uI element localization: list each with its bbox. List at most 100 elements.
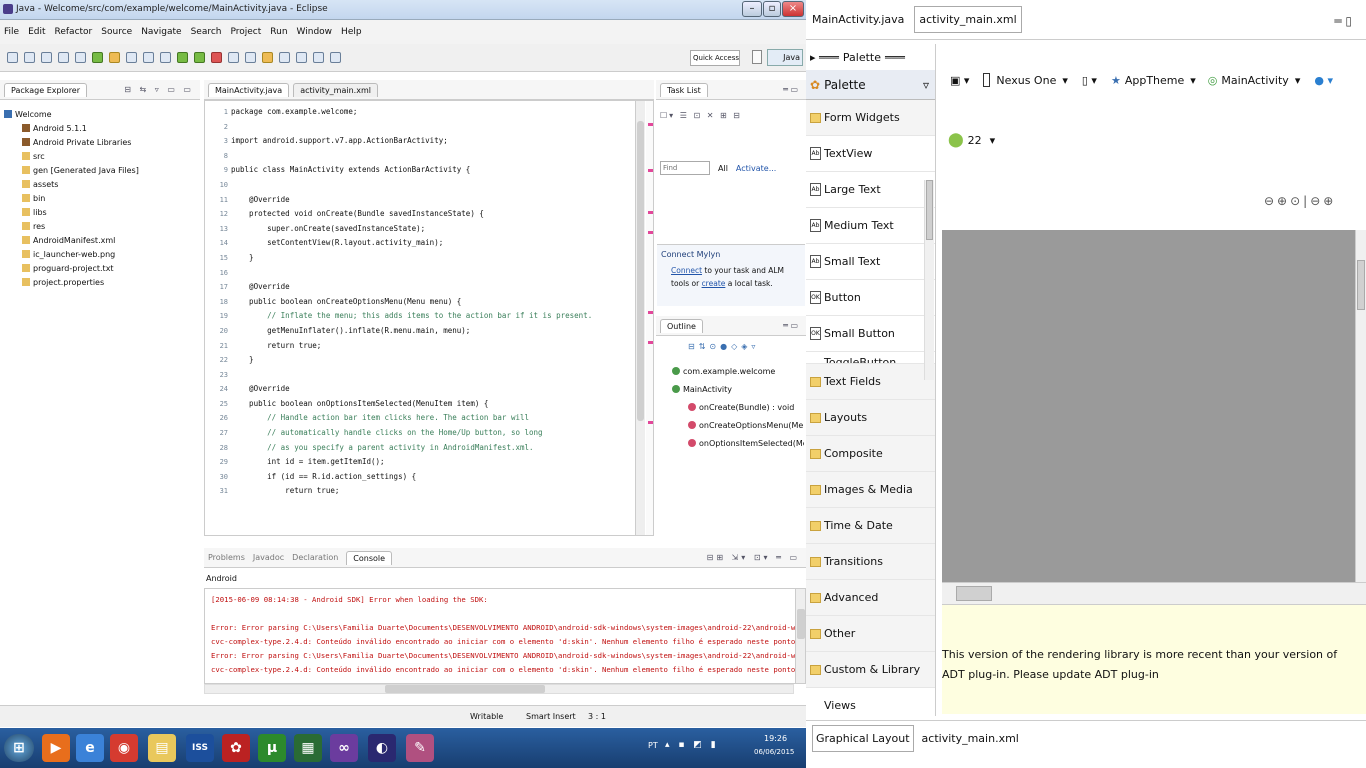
package-tree-item[interactable]: bin [4, 192, 200, 206]
code-editor[interactable]: 1 2 3 8 9 10 11 12 13 14 15 16 17 18 19 20 21 22 23 24 25 26 2… [204, 100, 654, 536]
code-line[interactable]: public boolean onOptionsItemSelected(Men… [231, 397, 636, 412]
package-tree-item[interactable]: gen [Generated Java Files] [4, 164, 200, 178]
theme-selector[interactable]: AppTheme [1125, 74, 1184, 87]
android-project-icon[interactable] [92, 52, 103, 63]
palette-scrollbar[interactable] [924, 180, 934, 380]
canvas-hscrollbar[interactable] [942, 582, 1366, 604]
code-line[interactable] [231, 178, 636, 193]
code-line[interactable]: @Override [231, 280, 636, 295]
chrome-icon[interactable]: ◉ [110, 734, 138, 762]
skip-breakpoints-icon[interactable] [160, 52, 171, 63]
code-line[interactable]: return true; [231, 484, 636, 499]
java-perspective-button[interactable]: Java [767, 49, 803, 66]
tab-xml-source[interactable]: activity_main.xml [922, 732, 1019, 745]
code-line[interactable]: // Handle action bar item clicks here. T… [231, 411, 636, 426]
package-tree-item[interactable]: assets [4, 178, 200, 192]
console-output[interactable]: [2015-06-09 08:14:38 - Android SDK] Erro… [204, 588, 806, 684]
huawei-icon[interactable]: ✿ [222, 734, 250, 762]
task-filter-all[interactable]: All [718, 164, 728, 173]
code-lines[interactable]: package com.example.welcome; import andro… [231, 105, 636, 499]
package-tree-item[interactable]: AndroidManifest.xml [4, 234, 200, 248]
code-line[interactable]: return true; [231, 339, 636, 354]
code-line[interactable] [231, 368, 636, 383]
tab-activity-main-xml[interactable]: activity_main.xml [293, 82, 378, 97]
outline-item[interactable]: onOptionsItemSelected(MenuItem) : boolea… [672, 435, 804, 453]
code-line[interactable]: // Inflate the menu; this adds items to … [231, 309, 636, 324]
palette-widget[interactable]: Ab Medium Text [806, 208, 935, 244]
api-level-selector[interactable]: 22 [968, 134, 982, 147]
palette-dropdown-icon[interactable]: ▿ [923, 78, 929, 92]
menu-source[interactable]: Source [101, 27, 132, 37]
internet-explorer-icon[interactable]: e [76, 734, 104, 762]
tab-activity-main-xml-right[interactable]: activity_main.xml [914, 6, 1022, 33]
code-line[interactable]: if (id == R.id.action_settings) { [231, 470, 636, 485]
palette-folder[interactable]: Advanced [806, 580, 935, 616]
palette-folder[interactable]: Time & Date [806, 508, 935, 544]
mylyn-create-link[interactable]: create [702, 279, 726, 288]
palette-widget[interactable]: Ab TextView [806, 136, 935, 172]
package-tree-item[interactable]: proguard-project.txt [4, 262, 200, 276]
canvas-vscrollbar[interactable] [1355, 230, 1366, 582]
code-line[interactable]: // automatically handle clicks on the Ho… [231, 426, 636, 441]
debug-icon[interactable] [177, 52, 188, 63]
clock-time[interactable]: 19:26 [764, 734, 787, 743]
package-tree-item[interactable]: Welcome [4, 108, 200, 122]
package-tree-item[interactable]: ic_launcher-web.png [4, 248, 200, 262]
menu-refactor[interactable]: Refactor [55, 27, 93, 37]
sdk-manager-icon[interactable] [58, 52, 69, 63]
back-icon[interactable] [313, 52, 324, 63]
menu-window[interactable]: Window [297, 27, 333, 37]
package-tree-item[interactable]: project.properties [4, 276, 200, 290]
close-button[interactable]: × [782, 1, 804, 17]
code-line[interactable]: setContentView(R.layout.activity_main); [231, 236, 636, 251]
code-line[interactable]: import android.support.v7.app.ActionBarA… [231, 134, 636, 149]
forward-icon[interactable] [330, 52, 341, 63]
lint-icon[interactable] [109, 52, 120, 63]
new-task-icon[interactable]: ☐▾ ☰ ⊡ ✕ ⊞ ⊟ [660, 111, 742, 120]
package-tree-item[interactable]: src [4, 150, 200, 164]
package-tree-item[interactable]: libs [4, 206, 200, 220]
tab-javadoc[interactable]: Javadoc [253, 553, 284, 562]
code-line[interactable]: @Override [231, 382, 636, 397]
zoom-controls[interactable]: ⊖⊕⊙|⊖⊕ [1264, 194, 1336, 208]
menu-run[interactable]: Run [270, 27, 287, 37]
code-line[interactable]: // as you specify a parent activity in A… [231, 441, 636, 456]
palette-folder[interactable]: Composite [806, 436, 935, 472]
paint-icon[interactable]: ✎ [406, 734, 434, 762]
code-line[interactable]: @Override [231, 193, 636, 208]
outline-item[interactable]: MainActivity [672, 381, 804, 399]
search-icon[interactable] [262, 52, 273, 63]
palette-widget[interactable]: OKToggleButton [806, 352, 935, 364]
menu-search[interactable]: Search [191, 27, 222, 37]
palette-title-bar[interactable]: ✿ Palette ▿ [806, 70, 935, 100]
menu-file[interactable]: File [4, 27, 19, 37]
config-chooser-icon[interactable]: ▣ ▾ [950, 74, 969, 87]
locale-globe-icon[interactable]: ● ▾ [1314, 74, 1333, 87]
package-tree-item[interactable]: Android 5.1.1 [4, 122, 200, 136]
code-line[interactable] [231, 120, 636, 135]
media-player-icon[interactable]: ▶ [42, 734, 70, 762]
toggle-mark-icon[interactable] [126, 52, 137, 63]
menu-help[interactable]: Help [341, 27, 362, 37]
task-activate-link[interactable]: Activate... [736, 164, 776, 173]
editor-scrollbar[interactable] [635, 101, 645, 535]
maximize-button[interactable]: ▫ [763, 1, 781, 17]
menu-project[interactable]: Project [230, 27, 261, 37]
activity-selector[interactable]: MainActivity [1221, 74, 1288, 87]
palette-folder[interactable]: Layouts [806, 400, 935, 436]
quick-access-field[interactable]: Quick Access [690, 50, 740, 66]
package-tree-item[interactable]: res [4, 220, 200, 234]
annotation-next-icon[interactable] [279, 52, 290, 63]
console-hscrollbar[interactable] [204, 684, 794, 694]
clock-date[interactable]: 06/06/2015 [754, 748, 794, 756]
console-toolbar-icons[interactable]: ⊟⊞ ⇲▾ ⊡▾ ═ ▭ [707, 553, 800, 562]
eclipse-taskbar-icon[interactable]: ◐ [368, 734, 396, 762]
file-explorer-icon[interactable]: ▤ [148, 734, 176, 762]
language-indicator[interactable]: PT [648, 741, 658, 750]
run-icon[interactable] [194, 52, 205, 63]
outline-toolbar-icons[interactable]: ⊟⇅⊙●◇◈▿ [688, 342, 803, 356]
code-line[interactable]: } [231, 251, 636, 266]
minimize-view-icon[interactable]: ═ ▭ [783, 85, 798, 94]
new-icon[interactable] [7, 52, 18, 63]
tab-graphical-layout[interactable]: Graphical Layout [812, 725, 914, 752]
